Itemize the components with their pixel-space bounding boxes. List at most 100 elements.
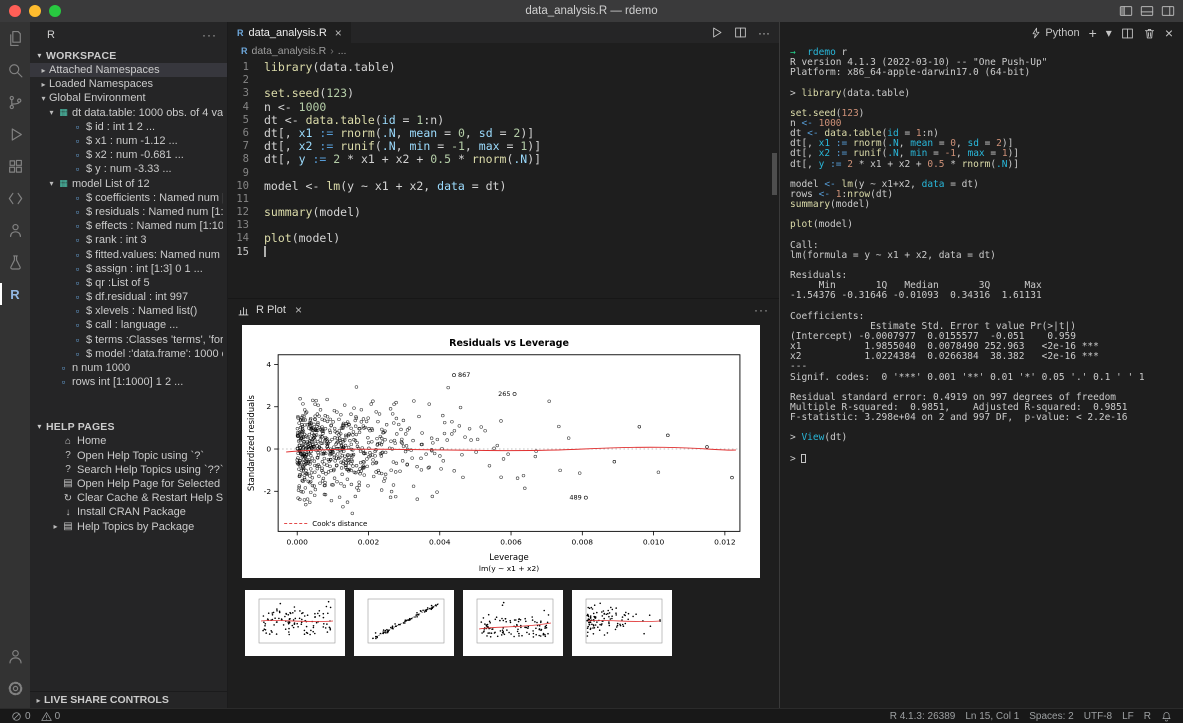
kill-terminal-button[interactable] — [1143, 27, 1156, 40]
help-page-item[interactable]: ⌂Home — [30, 434, 227, 448]
status-notifications[interactable] — [1156, 709, 1177, 723]
select-profile-button[interactable]: ▾ — [1106, 27, 1112, 39]
tab-data-analysis[interactable]: R data_analysis.R × — [228, 22, 351, 43]
line-number: 10 — [228, 180, 264, 193]
workspace-tree-item[interactable]: ▫$ residuals : Named num [1:1000] -1... — [30, 205, 227, 219]
workspace-tree-item[interactable]: ▫$ terms :Classes 'terms', 'formula' l..… — [30, 333, 227, 347]
window-controls — [9, 5, 61, 17]
status-warnings[interactable]: 0 — [36, 709, 66, 723]
workspace-tree-item[interactable]: ▾▦dt data.table: 1000 obs. of 4 variable… — [30, 106, 227, 120]
workspace-tree-item[interactable]: ▫n num 1000 — [30, 361, 227, 375]
activity-run-and-debug[interactable] — [0, 118, 30, 150]
workspace-tree-item[interactable]: ▫$ x2 : num -0.681 ... — [30, 148, 227, 162]
launch-profile-python-button[interactable]: Python — [1030, 27, 1079, 39]
workspace-tree-item[interactable]: ▾Global Environment — [30, 91, 227, 105]
activity-source-control[interactable] — [0, 86, 30, 118]
workspace-tree-item[interactable]: ▫$ model :'data.frame': 1000 obs. of... — [30, 347, 227, 361]
workspace-tree-item[interactable]: ▫$ coefficients : Named num [1:3] -0... — [30, 191, 227, 205]
close-tab-icon[interactable]: × — [335, 26, 342, 40]
status-errors[interactable]: 0 — [6, 709, 36, 723]
workspace-tree-item[interactable]: ▫$ qr :List of 5 — [30, 276, 227, 290]
section-workspace[interactable]: ▾ WORKSPACE — [30, 48, 227, 63]
close-window-button[interactable] — [9, 5, 21, 17]
status-indentation[interactable]: Spaces: 2 — [1024, 709, 1078, 723]
workspace-tree-item[interactable]: ▫$ xlevels : Named list() — [30, 304, 227, 318]
field-icon: ▫ — [71, 235, 84, 245]
workspace-tree-item[interactable]: ▸Attached Namespaces — [30, 63, 227, 77]
more-actions-icon[interactable]: ··· — [202, 28, 217, 42]
activity-live-share[interactable] — [0, 214, 30, 246]
activity-explorer[interactable] — [0, 22, 30, 54]
split-terminal-button[interactable] — [1121, 27, 1134, 40]
activity-remote-explorer[interactable] — [0, 182, 30, 214]
status-r-session[interactable]: R 4.1.3: 26389 — [885, 709, 961, 723]
question-icon: ? — [61, 450, 75, 461]
code-editor[interactable]: 1library(data.table)23set.seed(123)4n <-… — [228, 58, 779, 298]
workspace-tree-item[interactable]: ▫$ y : num -3.33 ... — [30, 162, 227, 176]
more-actions-button[interactable]: ··· — [758, 27, 770, 39]
code-line-15[interactable]: 15 — [228, 246, 779, 259]
plot-thumbnail-normal-qq[interactable] — [354, 590, 454, 656]
code-line-10[interactable]: 10model <- lm(y ~ x1 + x2, data = dt) — [228, 180, 779, 193]
chevron-down-icon: ▾ — [38, 94, 49, 103]
help-page-item[interactable]: ?Search Help Topics using `??` — [30, 463, 227, 477]
new-terminal-button[interactable]: + — [1089, 26, 1097, 40]
terminal-line: Signif. codes: 0 '***' 0.001 '**' 0.01 '… — [790, 373, 1183, 383]
workspace-tree-item[interactable]: ▫$ fitted.values: Named num [1:1000... — [30, 247, 227, 261]
workspace-tree-item[interactable]: ▾▦model List of 12 — [30, 177, 227, 191]
help-page-item[interactable]: ▸▤Help Topics by Package — [30, 519, 227, 533]
workspace-tree-item[interactable]: ▫rows int [1:1000] 1 2 ... — [30, 375, 227, 389]
plot-thumbnail-scale-location[interactable] — [463, 590, 563, 656]
status-eol[interactable]: LF — [1117, 709, 1139, 723]
editor-scrollbar[interactable] — [772, 153, 777, 195]
toggle-primary-sidebar-icon[interactable] — [1119, 4, 1133, 18]
help-page-item[interactable]: ▤Open Help Page for Selected Text — [30, 477, 227, 491]
activity-settings[interactable] — [0, 672, 30, 704]
toggle-panel-icon[interactable] — [1140, 4, 1154, 18]
code-line-14[interactable]: 14plot(model) — [228, 232, 779, 245]
status-encoding[interactable]: UTF-8 — [1079, 709, 1117, 723]
help-page-item[interactable]: ↓Install CRAN Package — [30, 505, 227, 519]
minimize-window-button[interactable] — [29, 5, 41, 17]
section-live-share-controls[interactable]: ▸ LIVE SHARE CONTROLS — [30, 691, 227, 708]
svg-text:0.006: 0.006 — [500, 537, 522, 546]
close-plot-icon[interactable]: × — [295, 303, 302, 317]
workspace-tree-item[interactable]: ▫$ id : int 1 2 ... — [30, 120, 227, 134]
workspace-tree-item[interactable]: ▫$ assign : int [1:3] 0 1 ... — [30, 262, 227, 276]
activity-r-extension[interactable]: R — [0, 278, 30, 310]
breadcrumb[interactable]: R data_analysis.R › ... — [228, 43, 779, 58]
line-number: 15 — [228, 246, 264, 259]
workspace-tree-item[interactable]: ▫$ call : language ... — [30, 318, 227, 332]
help-page-item[interactable]: ?Open Help Topic using `?` — [30, 449, 227, 463]
terminal-output[interactable]: → rdemo rR version 4.1.3 (2022-03-10) --… — [780, 44, 1183, 708]
activity-search[interactable] — [0, 54, 30, 86]
code-line-1[interactable]: 1library(data.table) — [228, 61, 779, 74]
close-panel-button[interactable]: × — [1165, 26, 1173, 40]
toggle-secondary-sidebar-icon[interactable] — [1161, 4, 1175, 18]
plot-thumbnail-residuals-vs-leverage[interactable] — [572, 590, 672, 656]
status-language-mode[interactable]: R — [1139, 709, 1156, 723]
workspace-tree-item[interactable]: ▫$ x1 : num -1.12 ... — [30, 134, 227, 148]
workspace-tree-item[interactable]: ▫$ effects : Named num [1:1000] -1... — [30, 219, 227, 233]
activity-accounts[interactable] — [0, 640, 30, 672]
container-icon: ▦ — [57, 107, 70, 118]
zoom-window-button[interactable] — [49, 5, 61, 17]
plot-more-actions-icon[interactable]: ··· — [754, 303, 769, 317]
help-page-item[interactable]: ↻Clear Cache & Restart Help Server — [30, 491, 227, 505]
r-extension-icon: R — [10, 287, 19, 302]
status-cursor-position[interactable]: Ln 15, Col 1 — [960, 709, 1024, 723]
code-line-8[interactable]: 8dt[, y := 2 * x1 + x2 + 0.5 * rnorm(.N)… — [228, 153, 779, 166]
split-editor-button[interactable] — [734, 26, 747, 39]
workspace-tree-item[interactable]: ▫$ rank : int 3 — [30, 233, 227, 247]
activity-testing[interactable] — [0, 246, 30, 278]
code-line-12[interactable]: 12summary(model) — [228, 206, 779, 219]
workspace-tree-item[interactable]: ▸Loaded Namespaces — [30, 77, 227, 91]
activity-extensions[interactable] — [0, 150, 30, 182]
section-help-pages[interactable]: ▾ HELP PAGES — [30, 419, 227, 434]
status-bar: 00 R 4.1.3: 26389Ln 15, Col 1Spaces: 2UT… — [0, 708, 1183, 723]
tab-r-plot[interactable]: R Plot × — [237, 303, 302, 317]
run-source-button[interactable] — [710, 26, 723, 39]
workspace-tree-item[interactable]: ▫$ df.residual : int 997 — [30, 290, 227, 304]
svg-text:0.008: 0.008 — [572, 537, 594, 546]
plot-thumbnail-residuals-vs-fitted[interactable] — [245, 590, 345, 656]
